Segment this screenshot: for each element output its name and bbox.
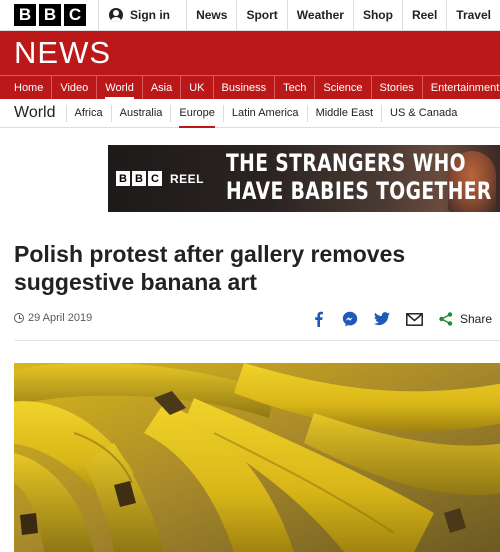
section-nav-stories[interactable]: Stories [372, 76, 423, 99]
article-date: 29 April 2019 [14, 312, 92, 324]
sub-nav-europe[interactable]: Europe [171, 104, 224, 128]
share-label[interactable]: Share [460, 312, 492, 326]
article-headline: Polish protest after gallery removes sug… [14, 241, 406, 295]
section-nav-entertainment[interactable]: Entertainment [423, 76, 500, 99]
promo-logo-letter: C [148, 171, 162, 186]
bbc-logo-letter: C [64, 4, 86, 26]
sub-nav-latin-america[interactable]: Latin America [224, 104, 308, 122]
share-icon[interactable] [436, 309, 456, 329]
promo-logo-letter: B [132, 171, 146, 186]
section-nav-business[interactable]: Business [214, 76, 276, 99]
top-nav-travel[interactable]: Travel [446, 0, 500, 31]
top-nav: News Sport Weather Shop Reel Travel [186, 0, 500, 31]
article-date-text: 29 April 2019 [28, 312, 93, 324]
bbc-reel-logo: B B C REEL [116, 171, 204, 186]
sub-nav-title[interactable]: World [0, 104, 67, 122]
promo-reel-label: REEL [170, 171, 205, 186]
sub-nav-middle-east[interactable]: Middle East [308, 104, 383, 122]
sub-nav-africa[interactable]: Africa [67, 104, 112, 122]
top-nav-shop[interactable]: Shop [352, 0, 402, 31]
section-nav: Home Video World Asia UK Business Tech S… [0, 75, 500, 99]
sign-in-label: Sign in [130, 8, 170, 22]
twitter-icon[interactable] [372, 309, 392, 329]
section-nav-home[interactable]: Home [0, 76, 53, 99]
promo-headline-line: HAVE BABIES TOGETHER [226, 177, 492, 205]
sub-nav-australia[interactable]: Australia [112, 104, 172, 122]
bbc-logo[interactable]: B B C [14, 4, 86, 26]
meta-divider [14, 340, 500, 341]
facebook-icon[interactable] [308, 309, 328, 329]
section-nav-asia[interactable]: Asia [143, 76, 182, 99]
top-nav-sport[interactable]: Sport [236, 0, 286, 31]
messenger-icon[interactable] [340, 309, 360, 329]
promo-headline-line: THE STRANGERS WHO [226, 149, 466, 177]
promo-logo-letter: B [116, 171, 130, 186]
banana-photo [14, 363, 500, 552]
section-nav-tech[interactable]: Tech [275, 76, 316, 99]
section-nav-science[interactable]: Science [315, 76, 372, 99]
email-icon[interactable] [404, 309, 424, 329]
user-icon [109, 8, 123, 22]
sub-nav-us-canada[interactable]: US & Canada [382, 105, 465, 122]
top-nav-reel[interactable]: Reel [401, 0, 446, 31]
sign-in-link[interactable]: Sign in [98, 0, 186, 31]
bbc-logo-letter: B [14, 4, 36, 26]
sub-nav: World Africa Australia Europe Latin Amer… [0, 99, 500, 128]
article-hero-image [14, 363, 500, 552]
news-banner: NEWS [0, 31, 500, 75]
section-nav-uk[interactable]: UK [181, 76, 214, 99]
bbc-top-bar: B B C Sign in News Sport Weather Shop Re… [0, 0, 500, 31]
bbc-reel-promo-banner[interactable]: B B C REEL THE STRANGERS WHO HAVE BABIES… [108, 145, 500, 212]
news-wordmark[interactable]: NEWS [14, 35, 111, 71]
bbc-logo-letter: B [39, 4, 61, 26]
share-tools: Share [308, 309, 492, 329]
section-nav-world[interactable]: World [97, 76, 143, 99]
section-nav-video[interactable]: Video [52, 76, 98, 99]
promo-headline: THE STRANGERS WHO HAVE BABIES TOGETHER [226, 149, 492, 205]
clock-icon [14, 313, 24, 323]
top-nav-weather[interactable]: Weather [286, 0, 353, 31]
top-nav-news[interactable]: News [186, 0, 236, 31]
